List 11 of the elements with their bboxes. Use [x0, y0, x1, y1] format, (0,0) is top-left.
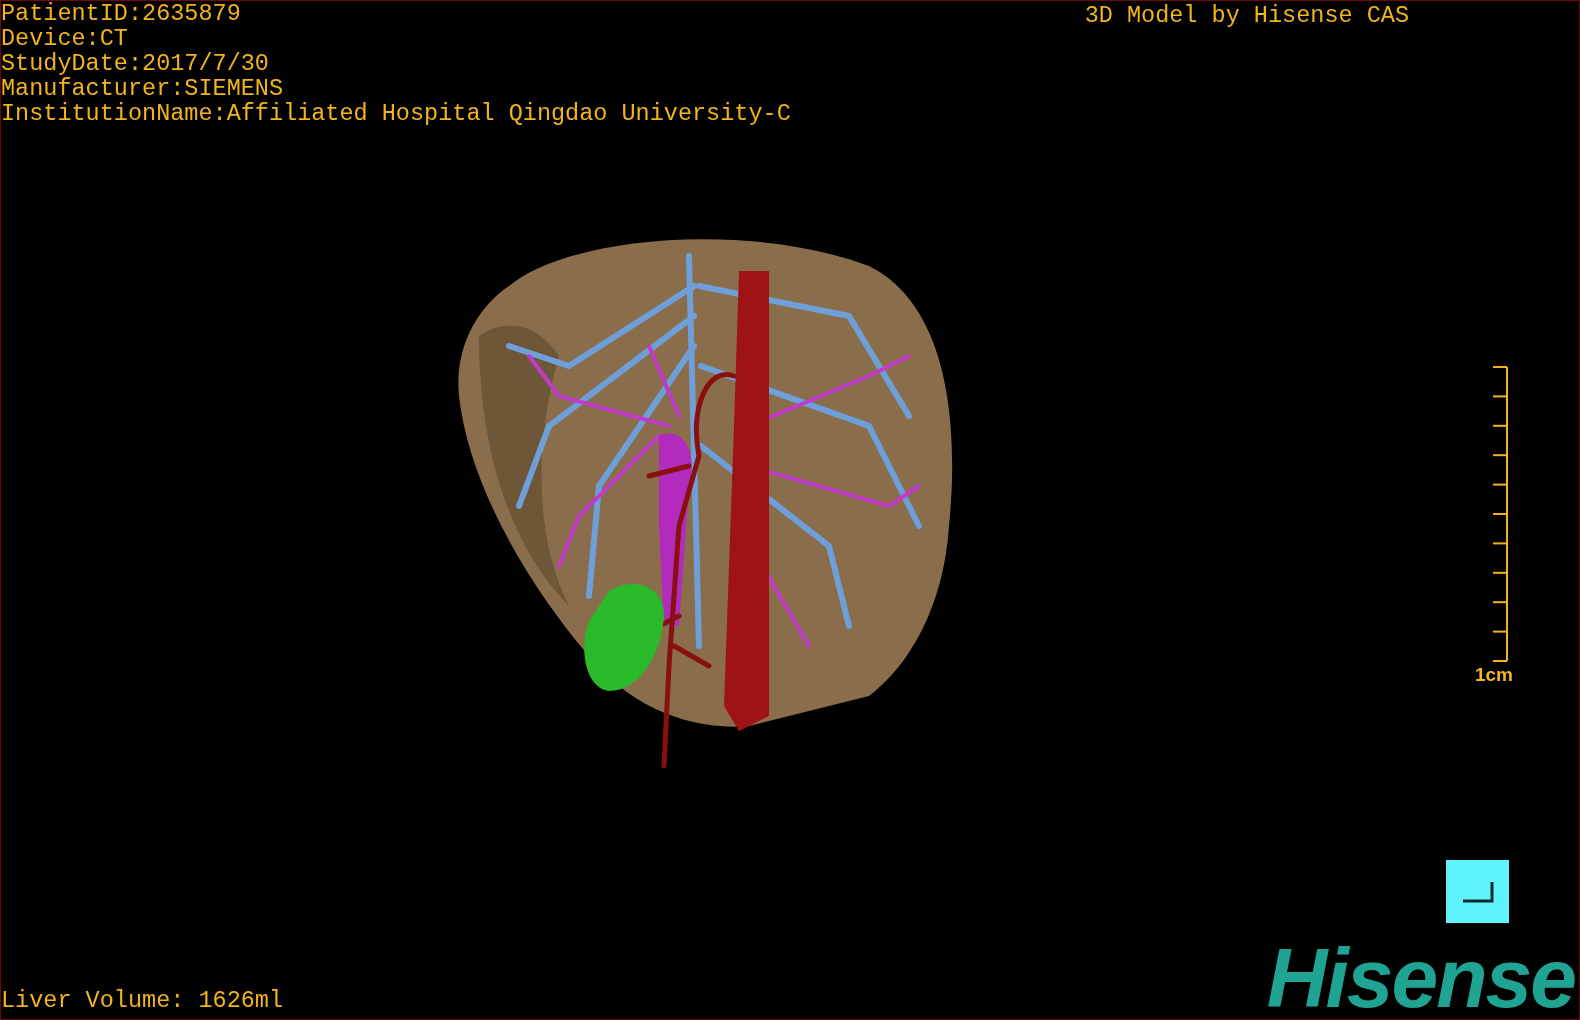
patient-info-text: InstitutionName:Affiliated Hospital Qingdao University-C — [1, 101, 791, 126]
patient-info-text: PatientID:2635879 — [1, 1, 242, 26]
patient-info-text: Manufacturer:SIEMENS — [1, 76, 285, 101]
liver-volume-text: Liver Volume: 1626ml — [1, 988, 284, 1016]
corner-button[interactable] — [1446, 860, 1509, 923]
patient-info-text: Device:CT — [1, 26, 129, 51]
viewer-title: 3D Model by Hisense CAS — [1084, 1, 1409, 31]
patient-info-text: StudyDate:2017/7/30 — [1, 51, 270, 76]
scale-label: 1cm — [1474, 664, 1513, 686]
corner-icon — [1460, 879, 1495, 904]
brand-logo: Hisense — [1266, 937, 1575, 1019]
